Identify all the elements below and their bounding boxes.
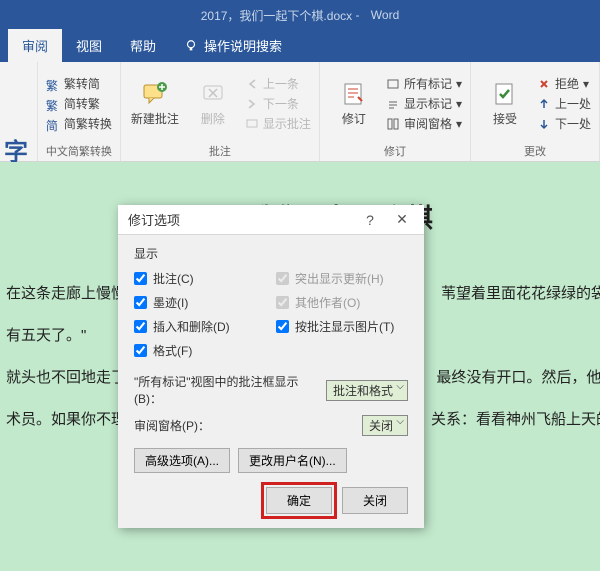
dialog-title: 修订选项 [128,210,354,229]
btn-next-comment: 下一条 [245,95,311,112]
delete-comment-icon [199,80,227,108]
display-section-label: 显示 [134,245,408,262]
prev-icon [245,77,259,91]
prev-change-icon [537,97,551,111]
doc-title: 2017，我们一起下个棋.docx [201,7,352,24]
titlebar: 2017，我们一起下个棋.docx - Word [0,0,600,30]
track-icon [340,80,368,108]
pane-label: 审阅窗格(P)： [134,417,356,434]
next-icon [245,97,259,111]
tab-bar: 审阅 视图 帮助 操作说明搜索 [0,30,600,62]
reject-icon [537,77,551,91]
btn-new-comment[interactable]: 新建批注 [129,66,181,141]
tab-tellme[interactable]: 操作说明搜索 [170,29,296,62]
track-changes-options-dialog: 修订选项 ? ✕ 显示 批注(C) 突出显示更新(H) 墨迹(I) 其他作者(O… [118,205,424,528]
btn-prev-change[interactable]: 上一处 [537,95,591,112]
ribbon: 字 言 繁繁转简 繁简转繁 简简繁转换 中文简繁转换 新建批注 删除 上一条 下… [0,62,600,162]
chk-pictures-by-comment[interactable]: 按批注显示图片(T) [276,318,408,335]
btn-reject[interactable]: 拒绝 ▾ [537,75,591,92]
tab-help[interactable]: 帮助 [116,29,170,62]
dd-review-pane[interactable]: 审阅窗格 ▾ [386,115,462,132]
chk-insertions-deletions[interactable]: 插入和删除(D) [134,318,266,335]
btn-track-changes[interactable]: 修订 [328,66,380,141]
btn-delete-comment: 删除 [187,66,239,141]
show-comments-icon [245,117,259,131]
chk-ink[interactable]: 墨迹(I) [134,294,266,311]
markup-icon [386,77,400,91]
tab-view[interactable]: 视图 [62,29,116,62]
pane-icon [386,117,400,131]
btn-accept[interactable]: 接受 [479,66,531,141]
dd-show-markup[interactable]: 显示标记 ▾ [386,95,462,112]
btn-sc-convert[interactable]: 简简繁转换 [46,115,112,132]
btn-next-change[interactable]: 下一处 [537,115,591,132]
chk-formatting[interactable]: 格式(F) [134,342,266,359]
tab-review[interactable]: 审阅 [8,29,62,62]
balloons-select[interactable]: 批注和格式 [326,380,408,401]
dialog-titlebar: 修订选项 ? ✕ [118,205,424,235]
tellme-label: 操作说明搜索 [204,36,282,55]
chk-other-authors: 其他作者(O) [276,294,408,311]
balloons-label: "所有标记"视图中的批注框显示(B)： [134,373,320,407]
btn-cancel[interactable]: 关闭 [342,487,408,514]
btn-to-simplified[interactable]: 繁繁转简 [46,75,112,92]
group-tracking: 修订 [328,141,462,159]
btn-ok[interactable]: 确定 [266,487,332,514]
lightbulb-icon [184,39,198,53]
pane-select[interactable]: 关闭 [362,415,408,436]
accept-icon [491,80,519,108]
next-change-icon [537,117,551,131]
btn-to-traditional[interactable]: 繁简转繁 [46,95,112,112]
group-changes: 更改 [479,141,591,159]
chk-comments[interactable]: 批注(C) [134,270,266,287]
btn-show-comments: 显示批注 [245,115,311,132]
new-comment-icon [141,80,169,108]
app-name: Word [371,8,399,22]
dialog-close-button[interactable]: ✕ [386,211,418,228]
group-comments: 批注 [129,141,311,159]
btn-change-username[interactable]: 更改用户名(N)... [238,448,347,473]
btn-prev-comment: 上一条 [245,75,311,92]
btn-advanced-options[interactable]: 高级选项(A)... [134,448,230,473]
group-sc: 中文简繁转换 [46,141,112,159]
show-markup-icon [386,97,400,111]
dialog-help-button[interactable]: ? [354,212,386,228]
dd-all-markup[interactable]: 所有标记 ▾ [386,75,462,92]
chk-highlight-updates: 突出显示更新(H) [276,270,408,287]
